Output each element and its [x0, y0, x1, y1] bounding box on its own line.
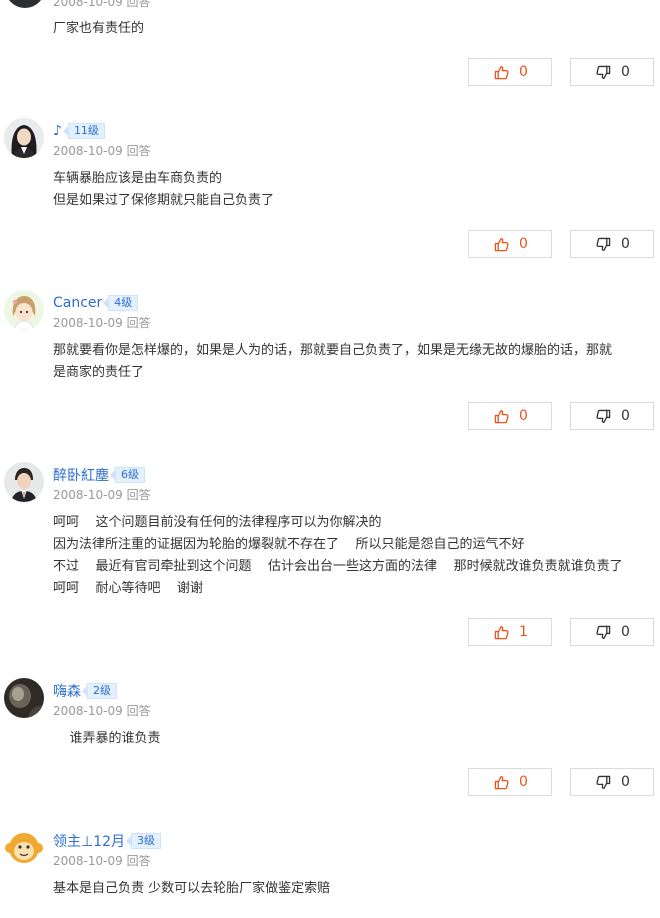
level-badge: 3级	[126, 833, 162, 849]
dislike-count: 0	[621, 774, 630, 790]
avatar[interactable]	[4, 678, 44, 718]
answer-item: 嗨森 2级 2008-10-09 回答 谁弄暴的谁负责 0 0	[0, 678, 660, 808]
like-count: 0	[519, 408, 528, 424]
answer-meta: 2008-10-09 回答	[53, 142, 151, 159]
like-count: 1	[519, 624, 528, 640]
username-link[interactable]: 嗨森	[53, 681, 81, 701]
like-button[interactable]: 0	[468, 230, 552, 258]
answer-text: 车辆暴胎应该是由车商负责的 但是如果过了保修期就只能自己负责了	[53, 171, 275, 208]
answer-date: 2008-10-09	[53, 144, 123, 158]
user-info: 醉卧紅塵 6级	[53, 465, 145, 485]
answer-item: ♪ 11级 2008-10-09 回答 车辆暴胎应该是由车商负责的 但是如果过了…	[0, 118, 660, 268]
thumbs-up-icon	[494, 626, 509, 640]
thumbs-up-icon	[494, 66, 509, 80]
answer-date: 2008-10-09	[53, 854, 123, 868]
avatar[interactable]	[4, 828, 44, 868]
answer-label: 回答	[126, 854, 151, 868]
dislike-button[interactable]: 0	[570, 58, 654, 86]
avatar[interactable]	[4, 290, 44, 330]
like-button[interactable]: 0	[468, 402, 552, 430]
user-info: Cancer 4级	[53, 293, 139, 313]
dislike-button[interactable]: 0	[570, 618, 654, 646]
like-button[interactable]: 0	[468, 58, 552, 86]
avatar[interactable]	[4, 462, 44, 502]
answer-label: 回答	[126, 704, 151, 718]
answer-date: 2008-10-09	[53, 704, 123, 718]
answer-item: Cancer 4级 2008-10-09 回答 那就要看你是怎样爆的，如果是人为…	[0, 290, 660, 440]
dislike-button[interactable]: 0	[570, 230, 654, 258]
answer-meta: 2008-10-09 回答	[53, 0, 151, 9]
like-button[interactable]: 0	[468, 768, 552, 796]
dislike-count: 0	[621, 624, 630, 640]
avatar[interactable]	[5, 0, 45, 8]
like-button[interactable]: 1	[468, 618, 552, 646]
thumbs-down-icon	[596, 237, 611, 251]
like-count: 0	[519, 64, 528, 80]
answer-meta: 2008-10-09 回答	[53, 702, 151, 719]
answer-date: 2008-10-09	[53, 316, 123, 330]
cartoon-girl-avatar-icon	[4, 290, 44, 330]
thumbs-down-icon	[596, 775, 611, 789]
man-in-suit-avatar-icon	[4, 462, 44, 502]
dislike-count: 0	[621, 64, 630, 80]
answer-text: 谁弄暴的谁负责	[53, 731, 161, 746]
level-badge: 2级	[82, 683, 117, 699]
dislike-button[interactable]: 0	[570, 402, 654, 430]
username-link[interactable]: ♪	[53, 123, 62, 139]
user-info: ♪ 11级	[53, 121, 105, 141]
thumbs-up-icon	[494, 776, 509, 790]
user-info: 领主⊥12月 3级	[53, 831, 162, 851]
dislike-count: 0	[621, 408, 630, 424]
answer-label: 回答	[126, 488, 151, 502]
answer-text: 那就要看你是怎样爆的，如果是人为的话，那就要自己负责了，如果是无缘无故的爆胎的话…	[53, 343, 613, 380]
level-badge: 4级	[103, 295, 139, 311]
username-link[interactable]: 醉卧紅塵	[53, 465, 109, 485]
dislike-count: 0	[621, 236, 630, 252]
answer-text: 基本是自己负责 少数可以去轮胎厂家做鉴定索赔	[53, 881, 331, 896]
answer-meta: 2008-10-09 回答	[53, 852, 151, 869]
dark-photo-avatar-icon	[4, 678, 44, 718]
user-info: 嗨森 2级	[53, 681, 117, 701]
answer-label: 回答	[126, 144, 151, 158]
username-link[interactable]: Cancer	[53, 295, 102, 311]
answer-item-partial: 2008-10-09 回答 厂家也有责任的 0 0	[0, 0, 660, 100]
like-count: 0	[519, 774, 528, 790]
thumbs-up-icon	[494, 410, 509, 424]
thumbs-down-icon	[596, 409, 611, 423]
answer-item: 领主⊥12月 3级 2008-10-09 回答 基本是自己负责 少数可以去轮胎厂…	[0, 828, 660, 918]
answer-meta: 2008-10-09 回答	[53, 314, 151, 331]
answer-text: 呵呵 这个问题目前没有任何的法律程序可以为你解决的 因为法律所注重的证据因为轮胎…	[53, 515, 623, 596]
woman-black-hair-avatar-icon	[4, 118, 44, 158]
answer-label: 回答	[126, 316, 151, 330]
thumbs-down-icon	[596, 65, 611, 79]
answer-text: 厂家也有责任的	[53, 21, 145, 36]
answer-date: 2008-10-09	[53, 488, 123, 502]
level-badge: 11级	[62, 123, 105, 139]
answer-item: 醉卧紅塵 6级 2008-10-09 回答 呵呵 这个问题目前没有任何的法律程序…	[0, 462, 660, 658]
thumbs-up-icon	[494, 238, 509, 252]
username-link[interactable]: 领主⊥12月	[53, 831, 125, 851]
avatar[interactable]	[4, 118, 44, 158]
thumbs-down-icon	[596, 625, 611, 639]
answer-meta: 2008-10-09 回答	[53, 486, 151, 503]
level-badge: 6级	[110, 467, 145, 483]
dislike-button[interactable]: 0	[570, 768, 654, 796]
like-count: 0	[519, 236, 528, 252]
monkey-avatar-icon	[4, 828, 44, 868]
